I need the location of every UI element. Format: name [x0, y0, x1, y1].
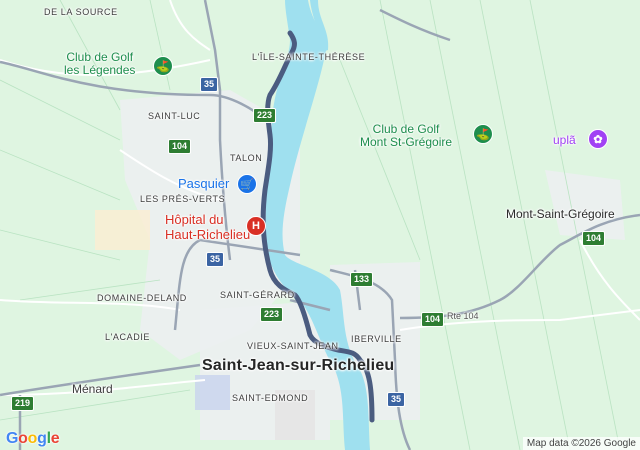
poi-upla[interactable]: uplã	[553, 133, 576, 147]
label-iberville: IBERVILLE	[351, 334, 402, 344]
google-logo[interactable]: Google	[6, 430, 60, 448]
map-attribution[interactable]: Map data ©2026 Google	[522, 437, 640, 450]
route-35-shield: 35	[387, 392, 406, 407]
route-223-shield: 223	[253, 108, 277, 123]
label-saint-edmond: SAINT-EDMOND	[232, 393, 309, 403]
label-lacadie: L'ACADIE	[105, 332, 151, 342]
label-saint-luc: SAINT-LUC	[148, 111, 201, 121]
hospital-icon[interactable]: H	[246, 216, 266, 236]
route-35-shield: 35	[206, 252, 225, 267]
poi-golf-mont-st-gregoire[interactable]: Club de Golf Mont St-Grégoire	[360, 123, 452, 149]
label-talon: TALON	[230, 153, 263, 163]
label-saint-jean-sur-richelieu: Saint-Jean-sur-Richelieu	[202, 357, 395, 374]
label-vieux-saint-jean: VIEUX-SAINT-JEAN	[247, 341, 339, 351]
poi-hopital-haut-richelieu[interactable]: Hôpital du Haut-Richelieu	[165, 212, 250, 242]
route-133-shield: 133	[350, 272, 374, 287]
label-les-pres-verts: LES PRÉS-VERTS	[140, 194, 226, 204]
route-104-shield: 104	[421, 312, 445, 327]
label-domaine-deland: DOMAINE-DELAND	[97, 293, 187, 303]
golf-icon[interactable]: ⛳	[153, 56, 173, 76]
label-de-la-source: DE LA SOURCE	[44, 7, 118, 17]
route-223-shield: 223	[260, 307, 284, 322]
golf-icon[interactable]: ⛳	[473, 124, 493, 144]
label-mont-saint-gregoire: Mont-Saint-Grégoire	[506, 207, 615, 221]
attraction-icon[interactable]: ✿	[588, 129, 608, 149]
label-menard: Ménard	[72, 382, 113, 396]
road-label-rte-104: Rte 104	[447, 311, 479, 321]
map-canvas[interactable]: DE LA SOURCE L'ÎLE-SAINTE-THÉRÈSE SAINT-…	[0, 0, 640, 450]
label-ile-sainte-therese: L'ÎLE-SAINTE-THÉRÈSE	[252, 52, 366, 62]
route-104-shield: 104	[582, 231, 606, 246]
route-219-shield: 219	[11, 396, 35, 411]
poi-golf-legendes[interactable]: Club de Golf les Légendes	[64, 51, 135, 77]
route-35-shield: 35	[200, 77, 219, 92]
shopping-cart-icon[interactable]: 🛒	[237, 174, 257, 194]
route-104-shield: 104	[168, 139, 192, 154]
poi-pasquier[interactable]: Pasquier	[178, 176, 229, 191]
label-saint-gerard: SAINT-GÉRARD	[220, 290, 295, 300]
